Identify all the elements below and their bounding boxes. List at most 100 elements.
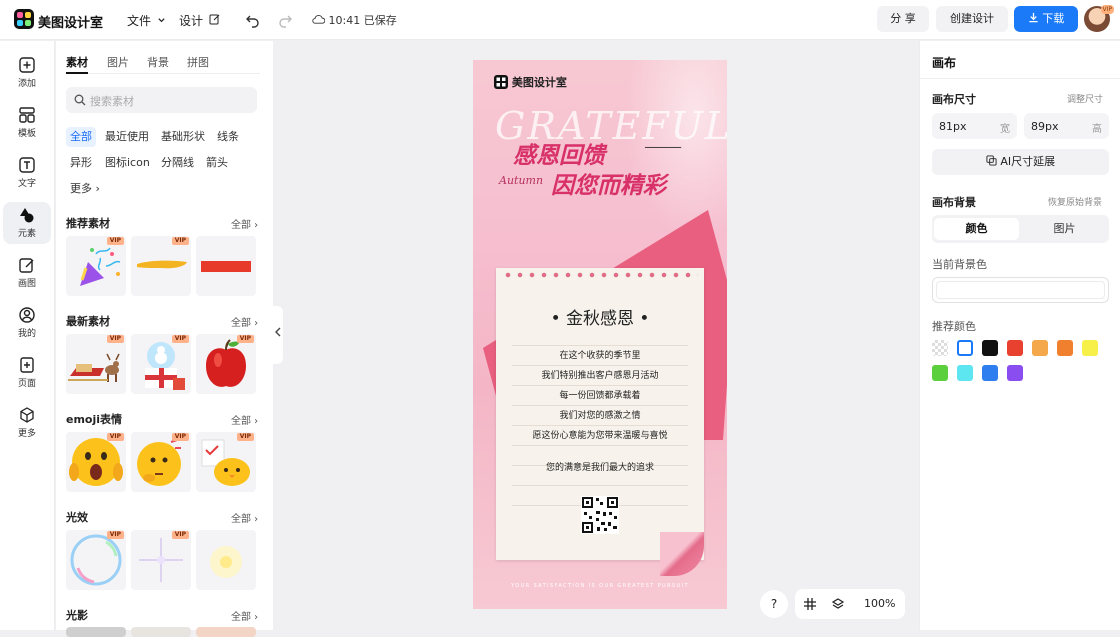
poster-script[interactable]: Autumn — [499, 174, 543, 187]
chip-dividers[interactable]: 分隔线 — [157, 153, 198, 173]
section-all-link[interactable]: 全部 › — [231, 216, 258, 231]
swatch-black[interactable] — [982, 340, 998, 356]
design-menu-label: 设计 — [179, 14, 204, 28]
chip-icons[interactable]: 图标icon — [101, 153, 154, 173]
asset-tile-red-bar[interactable] — [196, 236, 256, 296]
search-input[interactable]: 搜索素材 — [66, 87, 257, 113]
swatch-blue[interactable] — [982, 365, 998, 381]
note-line[interactable]: 我们特别推出客户感恩月活动 — [496, 368, 704, 381]
tab-images[interactable]: 图片 — [107, 54, 129, 70]
swatch-light-orange[interactable] — [1032, 340, 1048, 356]
restore-bg-link[interactable]: 恢复原始背景 — [1048, 195, 1102, 208]
width-field[interactable]: 81px 宽 — [932, 113, 1017, 139]
design-menu[interactable]: 设计 — [179, 12, 221, 29]
chip-lines[interactable]: 线条 — [213, 127, 243, 147]
section-all-link[interactable]: 全部 › — [231, 608, 258, 623]
file-menu[interactable]: 文件 — [127, 12, 166, 29]
section-all-link[interactable]: 全部 › — [231, 510, 258, 525]
rail-item-page[interactable]: 页面 — [3, 352, 51, 394]
section-all-link[interactable]: 全部 › — [231, 314, 258, 329]
note-title[interactable]: • 金秋感恩 • — [496, 304, 704, 329]
app-logo[interactable] — [14, 9, 34, 29]
redo-icon[interactable] — [276, 11, 294, 29]
party-popper-icon — [80, 247, 121, 286]
section-all-link[interactable]: 全部 › — [231, 412, 258, 427]
asset-tile-brush-stroke[interactable]: VIP — [131, 236, 191, 296]
swatch-cyan[interactable] — [957, 365, 973, 381]
asset-tile-snowglobe[interactable]: VIP — [131, 334, 191, 394]
note-line[interactable]: 我们对您的感激之情 — [496, 408, 704, 421]
tab-collage[interactable]: 拼图 — [187, 54, 209, 70]
chip-more[interactable]: 更多 › — [66, 179, 104, 199]
rail-item-add[interactable]: 添加 — [3, 52, 51, 94]
rail-item-elements[interactable]: 元素 — [3, 202, 51, 244]
height-field[interactable]: 89px 高 — [1024, 113, 1109, 139]
tab-backgrounds[interactable]: 背景 — [147, 54, 169, 70]
rail-item-more[interactable]: 更多 — [3, 402, 51, 444]
asset-tile-shadow-1[interactable] — [66, 627, 126, 637]
rail-item-mine[interactable]: 我的 — [3, 302, 51, 344]
note-card[interactable]: • 金秋感恩 • 在这个收获的季节里 我们特别推出客户感恩月活动 每一份回馈都承… — [496, 268, 704, 560]
asset-tile-bubble[interactable]: VIP — [66, 530, 126, 590]
swatch-white[interactable] — [957, 340, 973, 356]
asset-tile-shadow-3[interactable] — [196, 627, 256, 637]
swatch-red[interactable] — [1007, 340, 1023, 356]
grid-icon[interactable] — [803, 597, 817, 611]
chevron-left-icon — [275, 327, 281, 337]
divider — [920, 78, 1120, 79]
asset-tile-party-popper[interactable]: VIP — [66, 236, 126, 296]
asset-tile-emoji-chick[interactable]: VIP — [196, 432, 256, 492]
download-button[interactable]: 下载 — [1014, 6, 1078, 32]
layers-icon[interactable] — [831, 597, 845, 611]
brand-logo-icon — [494, 75, 508, 89]
asset-tile-sparkle[interactable]: VIP — [131, 530, 191, 590]
tab-image[interactable]: 图片 — [1022, 218, 1107, 240]
rail-item-text[interactable]: 文字 — [3, 152, 51, 194]
rail-label: 我的 — [17, 329, 36, 339]
chip-basic-shapes[interactable]: 基础形状 — [157, 127, 209, 147]
note-line[interactable]: 每一份回馈都承载着 — [496, 388, 704, 401]
help-button[interactable]: ? — [760, 590, 788, 618]
zoom-bar: 100% — [795, 589, 905, 619]
rail-item-draw[interactable]: 画图 — [3, 252, 51, 294]
chip-all[interactable]: 全部 — [66, 127, 96, 147]
chip-arrows[interactable]: 箭头 — [202, 153, 232, 173]
asset-tile-apple[interactable]: VIP — [196, 334, 256, 394]
rail-item-template[interactable]: 模板 — [3, 102, 51, 144]
swatch-orange[interactable] — [1057, 340, 1073, 356]
swatch-purple[interactable] — [1007, 365, 1023, 381]
chip-irregular[interactable]: 异形 — [66, 153, 96, 173]
asset-tile-emoji-shocked[interactable]: VIP — [66, 432, 126, 492]
current-bg-color[interactable] — [932, 277, 1109, 303]
zoom-level[interactable]: 100% — [864, 597, 895, 610]
rail-label: 添加 — [17, 79, 36, 89]
share-button[interactable]: 分 享 — [877, 6, 929, 32]
avatar[interactable]: VIP — [1084, 5, 1114, 32]
poster-headline-2[interactable]: 因您而精彩 — [551, 166, 666, 200]
undo-icon[interactable] — [244, 11, 262, 29]
asset-tile-emoji-thinking[interactable]: VIP — [131, 432, 191, 492]
qr-code[interactable] — [581, 496, 619, 534]
note-line[interactable]: 您的满意是我们最大的追求 — [496, 460, 704, 473]
note-line[interactable]: 在这个收获的季节里 — [496, 348, 704, 361]
poster-headline-1[interactable]: 感恩回馈 — [513, 136, 605, 170]
poster-footer[interactable]: YOUR SATISFACTION IS OUR GREATEST PURSUI… — [473, 583, 727, 589]
swatch-yellow[interactable] — [1082, 340, 1098, 356]
swatch-transparent[interactable] — [932, 340, 948, 356]
tab-color[interactable]: 颜色 — [934, 218, 1019, 240]
create-design-button[interactable]: 创建设计 — [936, 6, 1008, 32]
rail-label: 文字 — [17, 179, 36, 189]
asset-tile-glow[interactable] — [196, 530, 256, 590]
note-line[interactable]: 愿这份心意能为您带来温暖与喜悦 — [496, 428, 704, 441]
tab-materials[interactable]: 素材 — [66, 54, 88, 70]
poster-canvas[interactable]: 美图设计室 GRATEFUL 感恩回馈 因您而精彩 Autumn ━━━━━━━… — [473, 60, 727, 609]
chip-recent[interactable]: 最近使用 — [101, 127, 153, 147]
red-rectangle-icon — [201, 261, 251, 272]
collapse-panel-button[interactable] — [273, 306, 283, 364]
ai-extend-button[interactable]: AI尺寸延展 — [932, 149, 1109, 175]
asset-tile-sleigh[interactable]: VIP — [66, 334, 126, 394]
adjust-size-link[interactable]: 调整尺寸 — [1067, 92, 1103, 105]
asset-tile-shadow-2[interactable] — [131, 627, 191, 637]
app-name[interactable]: 美图设计室 — [38, 12, 103, 31]
swatch-green[interactable] — [932, 365, 948, 381]
